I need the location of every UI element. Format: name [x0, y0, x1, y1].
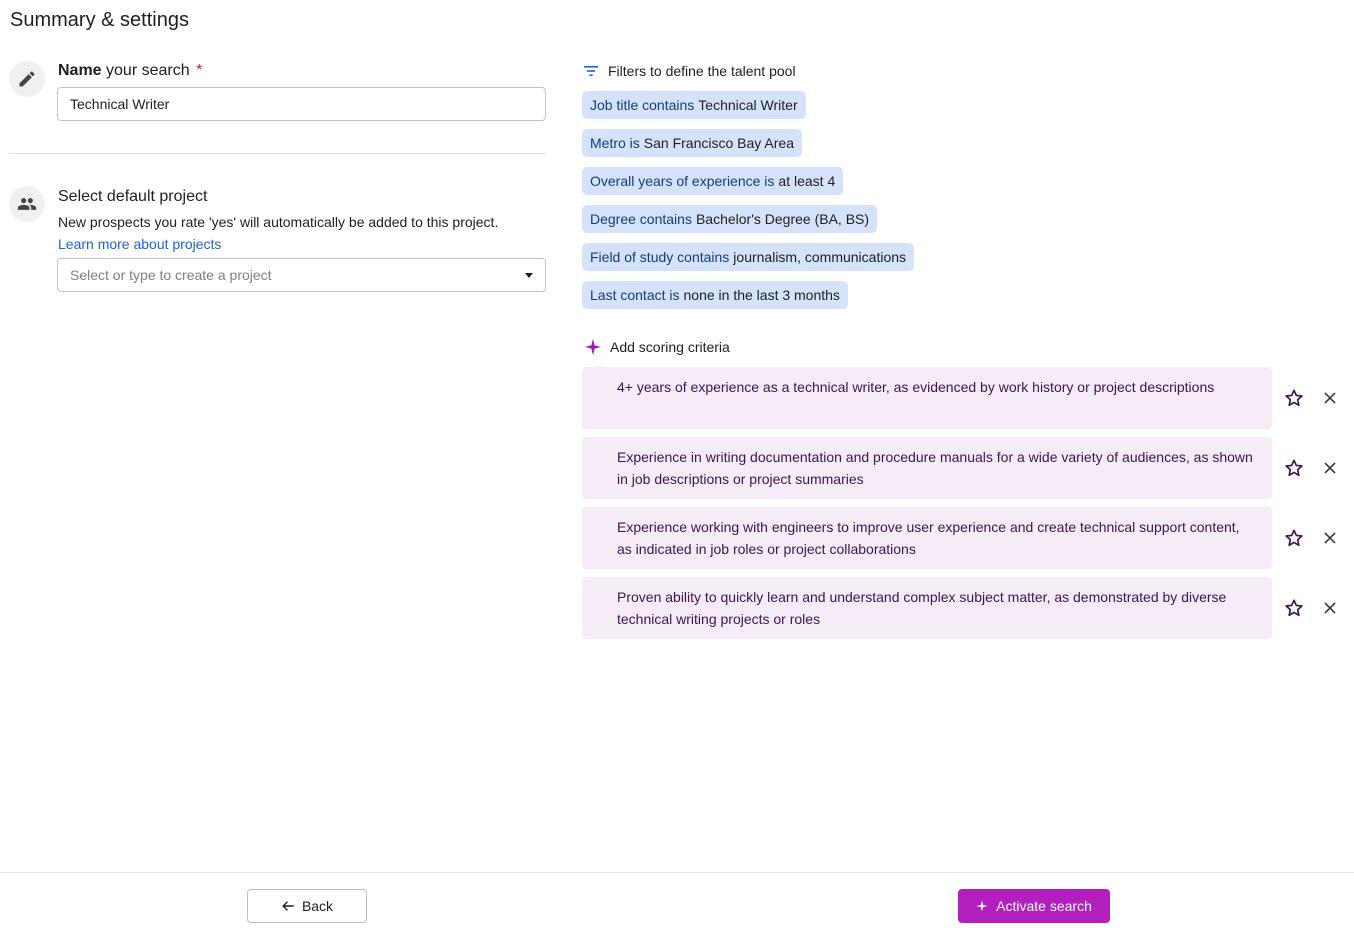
- filter-chip[interactable]: Degree contains Bachelor's Degree (BA, BS…: [582, 205, 878, 233]
- criterion-text[interactable]: 4+ years of experience as a technical wr…: [582, 367, 1272, 429]
- star-criterion-button[interactable]: [1282, 456, 1306, 480]
- filter-chip[interactable]: Last contact is none in the last 3 months: [582, 281, 848, 309]
- filter-chip-keyword: Last contact is: [590, 287, 680, 303]
- criterion-row: 4+ years of experience as a technical wr…: [582, 367, 1342, 429]
- name-label-rest: your search: [101, 62, 190, 79]
- filter-chip-value: Bachelor's Degree (BA, BS): [695, 211, 870, 227]
- project-description: New prospects you rate 'yes' will automa…: [58, 214, 499, 230]
- sparkle-icon: [976, 900, 988, 912]
- section-divider: [9, 153, 546, 154]
- star-criterion-button[interactable]: [1282, 526, 1306, 550]
- required-asterisk: *: [196, 62, 203, 79]
- name-label-bold: Name: [58, 62, 102, 79]
- star-criterion-button[interactable]: [1282, 596, 1306, 620]
- page-title: Summary & settings: [10, 9, 189, 31]
- pencil-icon: [9, 61, 45, 97]
- criterion-text[interactable]: Experience in writing documentation and …: [582, 437, 1272, 499]
- sparkle-icon: [584, 338, 602, 356]
- back-button-label: Back: [301, 898, 334, 914]
- close-icon: [1324, 532, 1336, 544]
- close-icon: [1324, 462, 1336, 474]
- filter-chip-value: none in the last 3 months: [683, 287, 840, 303]
- filter-chip-value: journalism, communications: [733, 249, 907, 265]
- close-icon: [1324, 602, 1336, 614]
- activate-button-label: Activate search: [996, 898, 1092, 914]
- filters-header-label: Filters to define the talent pool: [608, 63, 796, 79]
- scoring-criteria-list: 4+ years of experience as a technical wr…: [582, 367, 1342, 639]
- back-button[interactable]: Back: [247, 889, 367, 923]
- remove-criterion-button[interactable]: [1318, 526, 1342, 550]
- filter-chip[interactable]: Field of study contains journalism, commu…: [582, 243, 915, 271]
- remove-criterion-button[interactable]: [1318, 596, 1342, 620]
- star-criterion-button[interactable]: [1282, 386, 1306, 410]
- remove-criterion-button[interactable]: [1318, 456, 1342, 480]
- filter-chip[interactable]: Metro is San Francisco Bay Area: [582, 129, 802, 157]
- default-project-select[interactable]: Select or type to create a project: [57, 258, 546, 292]
- arrow-left-icon: [282, 901, 294, 911]
- people-icon: [9, 186, 45, 222]
- filter-chip-keyword: Job title contains: [590, 97, 695, 113]
- filter-chip-value: at least 4: [778, 173, 836, 189]
- star-outline-icon: [1285, 459, 1303, 477]
- filter-chip-keyword: Field of study contains: [590, 249, 730, 265]
- add-scoring-criteria-header[interactable]: Add scoring criteria: [584, 338, 730, 356]
- filter-chip[interactable]: Overall years of experience is at least 4: [582, 167, 844, 195]
- filter-chip-value: San Francisco Bay Area: [643, 135, 794, 151]
- filter-chip-value: Technical Writer: [698, 97, 798, 113]
- filters-header: Filters to define the talent pool: [583, 63, 796, 79]
- star-outline-icon: [1285, 599, 1303, 617]
- project-select-placeholder: Select or type to create a project: [70, 267, 272, 283]
- criterion-text[interactable]: Experience working with engineers to imp…: [582, 507, 1272, 569]
- activate-search-button[interactable]: Activate search: [958, 889, 1110, 923]
- scoring-header-label: Add scoring criteria: [610, 339, 730, 355]
- criterion-row: Experience in writing documentation and …: [582, 437, 1342, 499]
- search-name-input[interactable]: [57, 87, 546, 121]
- filter-chip-keyword: Degree contains: [590, 211, 692, 227]
- name-search-label: Name your search *: [58, 62, 202, 80]
- filter-chip-keyword: Metro is: [590, 135, 640, 151]
- footer-divider: [0, 872, 1354, 873]
- filter-icon: [584, 66, 598, 76]
- caret-down-icon: [525, 272, 533, 278]
- criterion-row: Proven ability to quickly learn and unde…: [582, 577, 1342, 639]
- filter-chip-keyword: Overall years of experience is: [590, 173, 775, 189]
- learn-more-projects-link[interactable]: Learn more about projects: [58, 236, 221, 252]
- filter-chip-list: Job title contains Technical Writer Metro…: [582, 91, 915, 309]
- filter-chip[interactable]: Job title contains Technical Writer: [582, 91, 806, 119]
- close-icon: [1324, 392, 1336, 404]
- star-outline-icon: [1285, 529, 1303, 547]
- star-outline-icon: [1285, 389, 1303, 407]
- criterion-text[interactable]: Proven ability to quickly learn and unde…: [582, 577, 1272, 639]
- project-section-title: Select default project: [58, 188, 208, 205]
- remove-criterion-button[interactable]: [1318, 386, 1342, 410]
- criterion-row: Experience working with engineers to imp…: [582, 507, 1342, 569]
